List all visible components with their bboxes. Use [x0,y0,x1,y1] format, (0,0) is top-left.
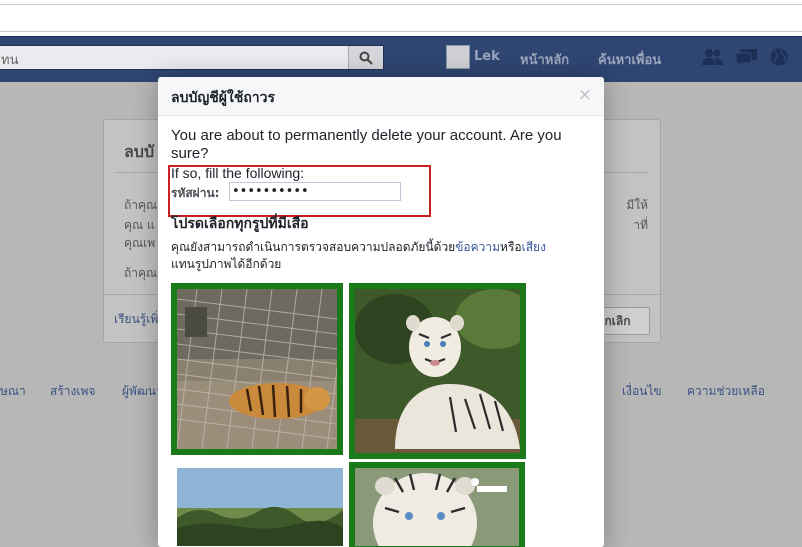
captcha-photo-white-tiger-lying[interactable] [349,283,526,459]
footer-link-ads[interactable]: ษณา [0,382,26,401]
find-friends-link[interactable]: ค้นหาเพื่อน [598,49,661,70]
landscape-image [177,468,343,546]
search-text: ทน [1,53,19,68]
search-input[interactable]: ทน [0,45,384,70]
address-bar[interactable] [0,4,802,32]
card-text: มีให้ [626,198,648,212]
notifications-globe-icon[interactable] [769,47,789,71]
close-icon[interactable]: × [578,85,592,105]
footer-link-help[interactable]: ความช่วยเหลือ [687,382,765,401]
card-text: ถ้าคุณ [124,198,158,212]
dialog-header: ลบบัญชีผู้ใช้ถาวร × [158,77,604,116]
white-tiger-face-image [355,468,519,546]
profile-link[interactable]: Lek [474,49,500,64]
avatar[interactable] [446,45,470,69]
search-button[interactable] [348,46,383,69]
audio-option-link[interactable]: เสียง [522,240,546,254]
hint-text: คุณยังสามารถดำเนินการตรวจสอบความปลอดภัยน… [171,240,456,254]
facebook-top-bar: ทน Lek หน้าหลัก ค้นหาเพื่อน [0,36,802,82]
tiger-cage-image [177,289,337,449]
messages-icon[interactable] [735,47,759,71]
hint-text: หรือ [500,240,522,254]
white-tiger-lying-image [355,289,520,453]
text-option-link[interactable]: ข้อความ [455,240,500,254]
footer-link-developers[interactable]: ผู้พัฒนา [122,382,163,401]
home-link[interactable]: หน้าหลัก [520,49,569,70]
delete-account-dialog: ลบบัญชีผู้ใช้ถาวร × You are about to per… [158,77,604,547]
confirm-message: You are about to permanently delete your… [171,127,562,162]
search-icon [359,51,373,65]
captcha-photo-landscape[interactable] [171,462,349,547]
footer-link-create-page[interactable]: สร้างเพจ [50,382,95,401]
captcha-photo-tiger-in-cage[interactable] [171,283,343,455]
card-text: คุณ แ [124,218,155,232]
footer-link-terms[interactable]: เงื่อนไข [622,382,662,401]
captcha-hint: คุณยังสามารถดำเนินการตรวจสอบความปลอดภัยน… [171,239,591,273]
captcha-photo-white-tiger-face[interactable] [349,462,525,547]
friend-requests-icon[interactable] [701,47,725,71]
card-title: ลบบั [124,142,155,161]
highlight-annotation [168,165,431,217]
dialog-title: ลบบัญชีผู้ใช้ถาวร [171,90,276,106]
browser-toolbar [0,0,802,36]
card-text: ถ้าคุณ [124,266,158,280]
hint-text: แทนรูปภาพได้อีกด้วย [171,257,282,271]
captcha-heading: โปรดเลือกทุกรูปที่มีเสือ [171,216,309,232]
card-text: าที่ [633,218,648,232]
card-text: คุณเพ [124,236,156,250]
